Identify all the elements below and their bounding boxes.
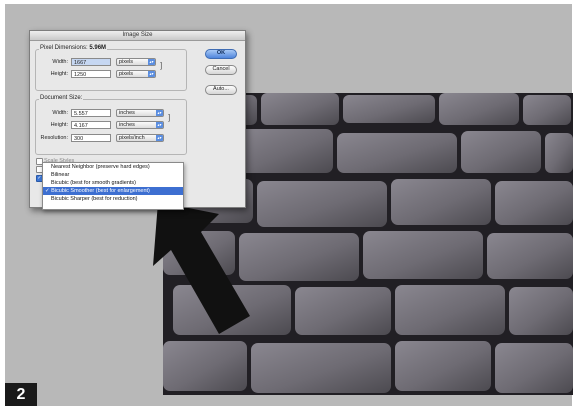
ok-button[interactable]: OK <box>205 49 237 59</box>
resolution-input[interactable]: 300 <box>71 134 111 142</box>
pixel-height-unit-value: pixels <box>119 71 134 77</box>
doc-width-input[interactable]: 5.557 <box>71 109 111 117</box>
menu-item-bilinear[interactable]: Bilinear <box>43 171 183 179</box>
pixel-width-unit-select[interactable]: pixels ▴▾ <box>116 58 156 66</box>
select-arrows-icon: ▴▾ <box>156 122 163 128</box>
constrain-link-icon: ] <box>160 61 163 70</box>
doc-height-unit-select[interactable]: inches ▴▾ <box>116 121 164 129</box>
screenshot-canvas: Image Size Pixel Dimensions: 5.96M Width… <box>5 4 573 406</box>
dialog-title: Image Size <box>30 31 245 41</box>
cancel-button[interactable]: Cancel <box>205 65 237 75</box>
pixel-dimensions-group <box>35 49 187 91</box>
doc-height-unit-value: inches <box>119 122 135 128</box>
select-arrows-icon: ▴▾ <box>156 135 163 141</box>
step-number-badge: 2 <box>5 383 37 406</box>
pixel-width-label: Width: <box>52 59 68 65</box>
doc-width-unit-value: inches <box>119 110 135 116</box>
pixel-height-label: Height: <box>50 71 68 77</box>
doc-width-label: Width: <box>52 110 68 116</box>
select-arrows-icon: ▴▾ <box>148 59 155 65</box>
menu-item-nearest-neighbor[interactable]: Nearest Neighbor (preserve hard edges) <box>43 163 183 171</box>
constrain-link-icon: ] <box>168 113 171 122</box>
pixel-height-input[interactable]: 1250 <box>71 70 111 78</box>
resample-method-menu: Nearest Neighbor (preserve hard edges) B… <box>42 162 184 210</box>
pixel-height-unit-select[interactable]: pixels ▴▾ <box>116 70 156 78</box>
doc-width-unit-select[interactable]: inches ▴▾ <box>116 109 164 117</box>
pixel-dimensions-title: Pixel Dimensions: <box>40 45 88 51</box>
menu-item-bicubic[interactable]: Bicubic (best for smooth gradients) <box>43 179 183 187</box>
pixel-dimensions-size: 5.96M <box>89 45 107 51</box>
resolution-label: Resolution: <box>40 135 68 141</box>
select-arrows-icon: ▴▾ <box>148 71 155 77</box>
menu-item-bicubic-sharper[interactable]: Bicubic Sharper (best for reduction) <box>43 195 183 203</box>
document-size-label: Document Size: <box>39 95 84 101</box>
doc-height-label: Height: <box>50 122 68 128</box>
resolution-unit-value: pixels/inch <box>119 135 145 141</box>
menu-item-bicubic-smoother[interactable]: ✓ Bicubic Smoother (best for enlargement… <box>43 187 183 195</box>
resolution-unit-select[interactable]: pixels/inch ▴▾ <box>116 134 164 142</box>
select-arrows-icon: ▴▾ <box>156 110 163 116</box>
auto-button[interactable]: Auto... <box>205 85 237 95</box>
pixel-width-unit-value: pixels <box>119 59 134 65</box>
pixel-dimensions-label: Pixel Dimensions: 5.96M <box>39 45 108 51</box>
doc-height-input[interactable]: 4.167 <box>71 121 111 129</box>
pixel-width-input[interactable]: 1667 <box>71 58 111 66</box>
